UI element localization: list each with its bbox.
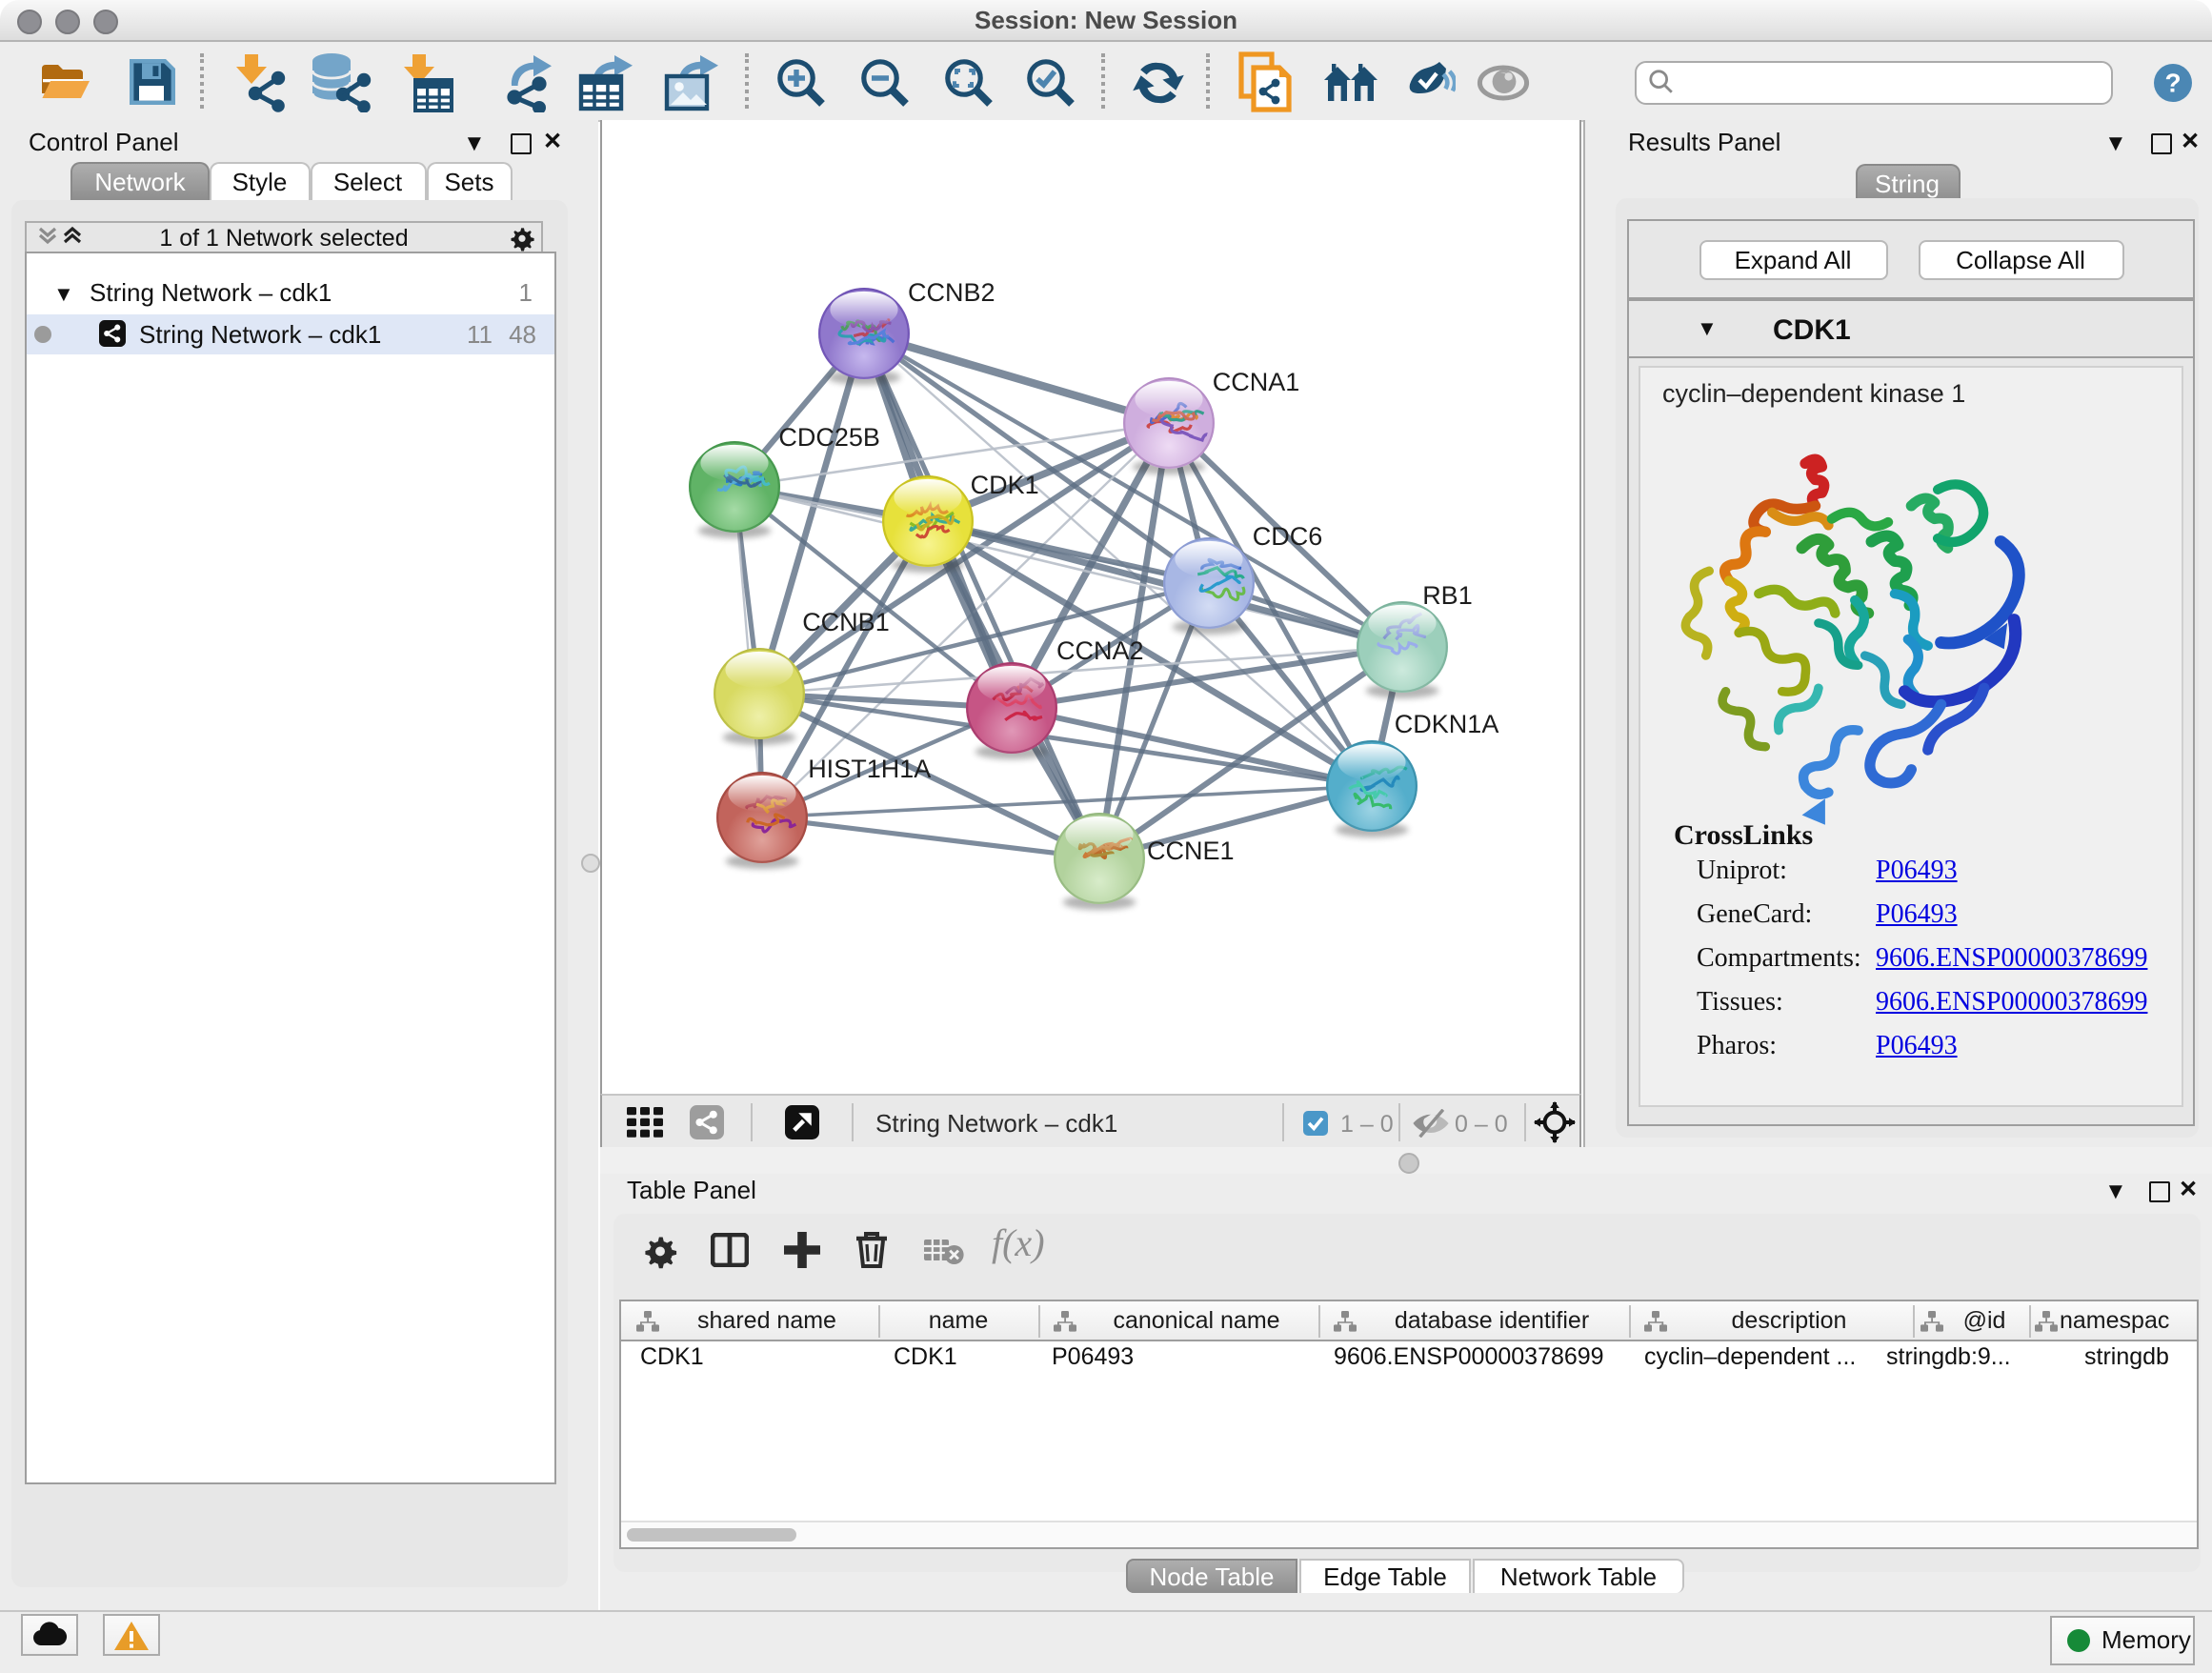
svg-text:CDC25B: CDC25B [777, 423, 879, 452]
svg-text:CCNA2: CCNA2 [1056, 636, 1143, 665]
svg-text:CDC6: CDC6 [1252, 522, 1322, 551]
svg-text:CDK1: CDK1 [970, 471, 1038, 499]
svg-text:CDKN1A: CDKN1A [1394, 710, 1498, 738]
svg-text:CCNE1: CCNE1 [1146, 836, 1234, 865]
svg-text:CCNB2: CCNB2 [907, 278, 995, 307]
svg-text:RB1: RB1 [1421, 581, 1472, 610]
svg-text:HIST1H1A: HIST1H1A [807, 755, 930, 783]
svg-text:CCNB1: CCNB1 [801, 608, 889, 636]
svg-text:?: ? [2164, 68, 2181, 97]
svg-text:CCNA1: CCNA1 [1212, 368, 1299, 396]
